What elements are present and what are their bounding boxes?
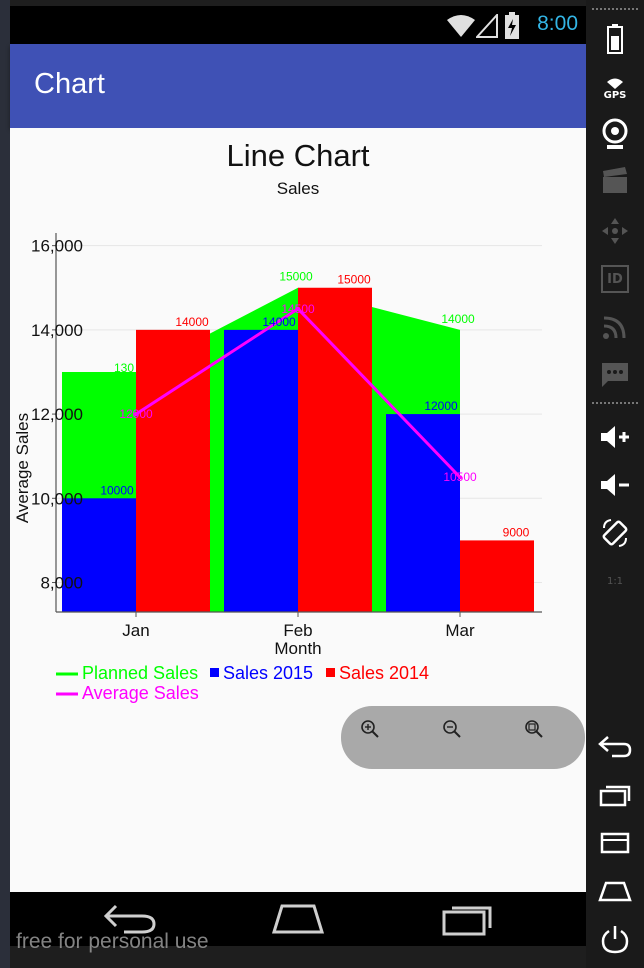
- chart-title: Line Chart: [226, 138, 369, 173]
- planned-sales-data-label: 15000: [279, 270, 313, 284]
- wifi-icon: [447, 15, 475, 37]
- x-axis-label: Month: [274, 639, 321, 658]
- zoom-out-icon[interactable]: [441, 718, 463, 740]
- zoom-reset-icon[interactable]: [523, 718, 545, 740]
- bar-sales-2015-feb: [224, 329, 298, 612]
- legend-swatch: [210, 668, 219, 677]
- battery-icon[interactable]: [596, 20, 634, 58]
- sales-2015-data-label: 12000: [424, 399, 458, 413]
- bar-sales-2015-mar: [386, 414, 460, 612]
- id-label: ID: [607, 271, 623, 287]
- toolbar-separator: [592, 402, 638, 404]
- y-tick-label: 14,000: [31, 321, 83, 340]
- emulator-screen: 8:00 Chart Line Chart Sales 8,000 10,000 12,…: [10, 6, 586, 946]
- chart-area[interactable]: Line Chart Sales 8,000 10,000 12,000 14,000 16…: [10, 128, 586, 892]
- recents-icon[interactable]: [596, 776, 634, 814]
- id-icon[interactable]: ID: [596, 260, 634, 298]
- chart: Line Chart Sales 8,000 10,000 12,000 14,000 16…: [13, 138, 542, 703]
- bar-sales-2014-mar: [460, 540, 534, 612]
- planned-sales-data-label: 130: [114, 361, 134, 375]
- scale-label: 1:1: [606, 575, 624, 587]
- app-title: Chart: [34, 68, 105, 100]
- nav-recents-icon[interactable]: [440, 902, 496, 936]
- scale-icon[interactable]: 1:1: [596, 562, 634, 600]
- x-tick-label: Feb: [283, 621, 312, 640]
- average-sales-data-label: 10500: [443, 470, 477, 484]
- clapper-icon[interactable]: [596, 162, 634, 200]
- dpad-icon[interactable]: [596, 212, 634, 250]
- bar-sales-2015-jan: [62, 498, 136, 612]
- watermark: free for personal use: [16, 930, 209, 953]
- legend-label: Sales 2014: [339, 663, 429, 683]
- nav-home-icon[interactable]: [270, 904, 326, 934]
- y-tick-label: 8,000: [40, 574, 83, 593]
- sms-icon[interactable]: [596, 356, 634, 394]
- x-tick-label: Mar: [445, 621, 475, 640]
- rss-icon[interactable]: [596, 308, 634, 346]
- sales-2015-data-label: 14000: [262, 315, 296, 329]
- menu-icon[interactable]: [596, 824, 634, 862]
- status-bar: 8:00: [10, 6, 586, 44]
- toolbar-separator: [592, 8, 638, 10]
- signal-icon: [476, 14, 498, 38]
- sales-2015-data-label: 10000: [100, 483, 134, 497]
- sales-2014-data-label: 15000: [337, 273, 371, 287]
- sales-2014-data-label: 9000: [503, 525, 530, 539]
- zoom-in-icon[interactable]: [359, 718, 381, 740]
- app-bar: Chart: [10, 44, 586, 128]
- power-icon[interactable]: [596, 920, 634, 958]
- planned-sales-data-label: 14000: [441, 312, 475, 326]
- average-sales-data-label: 14500: [281, 302, 315, 316]
- legend-label: Sales 2015: [223, 663, 313, 683]
- volume-up-icon[interactable]: [596, 418, 634, 456]
- host-window-edge: [0, 0, 10, 968]
- emulator-toolbar: GPS ID 1:1: [586, 0, 644, 968]
- chart-subtitle: Sales: [277, 179, 320, 198]
- status-time: 8:00: [537, 12, 578, 35]
- average-sales-data-label: 12000: [119, 407, 153, 421]
- sales-2014-data-label: 14000: [175, 315, 209, 329]
- volume-down-icon[interactable]: [596, 466, 634, 504]
- legend-label: Average Sales: [82, 683, 199, 703]
- back-icon[interactable]: [596, 728, 634, 766]
- webcam-icon[interactable]: [596, 115, 634, 153]
- x-tick-label: Jan: [122, 621, 149, 640]
- bar-sales-2014-feb: [298, 287, 372, 612]
- legend-swatch: [326, 668, 335, 677]
- y-axis-label: Average Sales: [13, 413, 32, 523]
- y-tick-label: 12,000: [31, 405, 83, 424]
- battery-charging-icon: [505, 12, 519, 39]
- legend-label: Planned Sales: [82, 663, 198, 683]
- y-tick-label: 10,000: [31, 489, 83, 508]
- home-icon[interactable]: [596, 872, 634, 910]
- zoom-controls: [341, 706, 585, 769]
- y-tick-label: 16,000: [31, 237, 83, 256]
- gps-label: GPS: [603, 89, 627, 101]
- gps-icon[interactable]: GPS: [596, 70, 634, 108]
- rotate-icon[interactable]: [596, 514, 634, 552]
